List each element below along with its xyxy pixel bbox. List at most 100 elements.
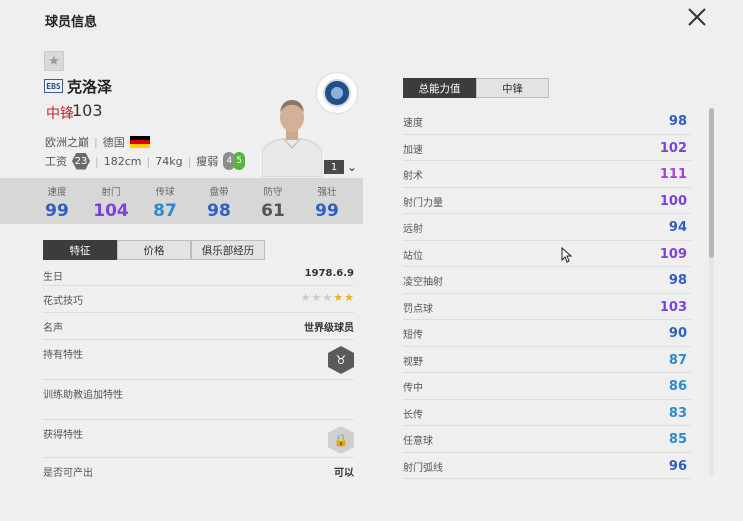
lock-icon[interactable]: 🔒 [328, 426, 354, 454]
right-tabs: 总能力值 中锋 [403, 78, 549, 98]
bull-icon[interactable]: ♉ [328, 346, 354, 374]
tab-club-history[interactable]: 俱乐部经历 [191, 240, 265, 260]
divider: | [94, 135, 98, 149]
attribute-label: 任意球 [403, 436, 433, 448]
salary-label: 工资 [45, 155, 67, 168]
skill-label: 花式技巧 [43, 296, 83, 307]
skill-star-icon: ★ [300, 291, 311, 304]
info-row-skill: 花式技巧 ★ ★ ★ ★ ★ [43, 286, 354, 313]
attribute-label: 射门弧线 [403, 462, 443, 474]
attribute-row: 站位 109 [403, 241, 691, 267]
summary-stat: 速度 99 [30, 178, 84, 224]
player-overall: 103 [72, 101, 103, 120]
tab-position-ability[interactable]: 中锋 [476, 78, 549, 98]
attribute-value: 86 [668, 379, 687, 395]
summary-stat: 射门 104 [84, 178, 138, 224]
attribute-row: 任意球 85 [403, 426, 691, 453]
season-badge: EBS [44, 79, 63, 93]
attribute-label: 视野 [403, 356, 423, 368]
attribute-row: 射术 111 [403, 161, 691, 188]
attribute-row: 远射 94 [403, 214, 691, 241]
attribute-row: 长传 83 [403, 400, 691, 426]
info-row-traits: 持有特性 ♉ [43, 340, 354, 380]
tab-total-ability[interactable]: 总能力值 [403, 78, 476, 98]
birthday-label: 生日 [43, 272, 63, 283]
attribute-value: 102 [659, 140, 687, 156]
scrollbar-thumb[interactable] [709, 108, 714, 258]
league-label: 欧洲之巅 [45, 136, 89, 149]
star-icon: ★ [48, 53, 60, 69]
summary-stat-label: 盘带 [209, 187, 229, 198]
skill-star-icon: ★ [333, 291, 344, 304]
birthday-value: 1978.6.9 [304, 268, 354, 279]
attribute-value: 103 [659, 299, 687, 315]
attribute-value: 85 [668, 432, 687, 448]
info-row-producible: 是否可产出 可以 [43, 458, 354, 485]
player-position: 中锋 [46, 106, 74, 122]
attribute-row: 视野 87 [403, 347, 691, 373]
summary-stats-bar: 速度 99 射门 104 传球 87 盘带 98 防守 61 强壮 99 [0, 178, 363, 224]
attribute-label: 速度 [403, 118, 423, 130]
attribute-label: 凌空抽射 [403, 277, 443, 289]
attribute-row: 速度 98 [403, 108, 691, 135]
summary-stat-value: 104 [93, 201, 129, 221]
level-dropdown-chevron-down-icon[interactable]: ⌄ [347, 160, 357, 174]
attribute-label: 加速 [403, 144, 423, 156]
attribute-value: 98 [668, 273, 687, 289]
attribute-label: 罚点球 [403, 303, 433, 315]
attribute-row: 射门力量 100 [403, 188, 691, 214]
summary-stat: 传球 87 [138, 178, 192, 224]
skill-star-icon: ★ [344, 291, 354, 304]
attribute-value: 83 [668, 405, 687, 421]
attribute-label: 长传 [403, 409, 423, 421]
divider: | [187, 154, 192, 168]
attribute-value: 111 [659, 167, 687, 183]
height-value: 182cm [103, 154, 142, 168]
window-title: 球员信息 [45, 15, 98, 30]
skill-stars: ★ ★ ★ ★ ★ [301, 292, 354, 303]
summary-stat: 强壮 99 [300, 178, 354, 224]
attribute-value: 98 [668, 114, 687, 130]
producible-value: 可以 [334, 468, 354, 479]
attribute-label: 站位 [403, 250, 423, 262]
tab-traits[interactable]: 特征 [43, 240, 117, 260]
attribute-label: 射门力量 [403, 197, 443, 209]
left-tabs: 特征 价格 俱乐部经历 [43, 240, 265, 260]
producible-label: 是否可产出 [43, 468, 93, 479]
info-list: 生日 1978.6.9 花式技巧 ★ ★ ★ ★ ★ 名声 世界级球员 持有特性 ♉ 训… [43, 262, 354, 485]
attribute-value: 100 [659, 193, 687, 209]
divider: | [95, 154, 99, 168]
foot-rating: 4 5 [223, 152, 246, 170]
summary-stat: 盘带 98 [192, 178, 246, 224]
summary-stat-label: 传球 [155, 187, 175, 198]
divider: | [146, 154, 151, 168]
info-row-train-traits: 训练助教追加特性 [43, 380, 354, 420]
reputation-value: 世界级球员 [304, 323, 354, 334]
player-portrait [262, 100, 322, 177]
attribute-row: 射门弧线 96 [403, 453, 691, 479]
info-row-birthday: 生日 1978.6.9 [43, 262, 354, 286]
weight-value: 74kg [155, 154, 183, 168]
summary-stat: 防守 61 [246, 178, 300, 224]
summary-stat-label: 防守 [263, 187, 283, 198]
attribute-label: 短传 [403, 330, 423, 342]
attribute-list: 速度 98 加速 102 射术 111 射门力量 100 远射 94 站位 109 凌空抽射 98 罚点球 1… [403, 108, 691, 479]
info-row-obtain-traits: 获得特性 🔒 [43, 420, 354, 458]
favorite-button[interactable]: ★ [44, 51, 64, 71]
attribute-value: 90 [668, 326, 687, 342]
close-button[interactable] [686, 6, 708, 28]
skill-star-icon: ★ [311, 291, 322, 304]
summary-stat-value: 99 [315, 201, 339, 221]
summary-stat-label: 强壮 [317, 187, 337, 198]
club-logo [317, 73, 357, 113]
strong-foot-badge: 5 [233, 152, 246, 170]
attribute-row: 传中 86 [403, 373, 691, 400]
summary-stat-label: 速度 [47, 187, 67, 198]
salary-badge: 23 [72, 152, 90, 170]
tab-price[interactable]: 价格 [117, 240, 191, 260]
summary-stat-value: 61 [261, 201, 285, 221]
attribute-row: 凌空抽射 98 [403, 267, 691, 294]
skill-star-icon: ★ [322, 291, 333, 304]
nationality-label: 德国 [102, 136, 125, 149]
player-physical: 工资 23 | 182cm | 74kg | 瘦弱 4 5 [45, 152, 246, 170]
